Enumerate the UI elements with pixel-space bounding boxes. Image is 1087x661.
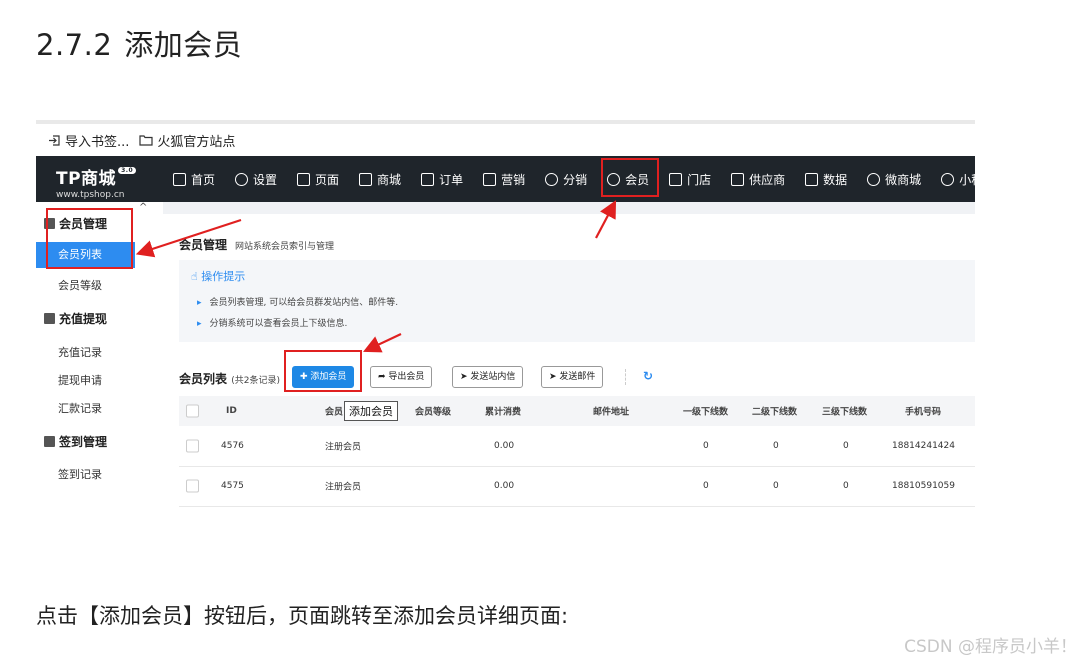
screenshot: 导入书签... 火狐官方站点 TP商城 3.0 www.tpshop.cn 首页 … (36, 120, 975, 583)
arrow-to-add-member (363, 333, 402, 353)
arrow-to-members-nav (595, 200, 617, 239)
arrow-to-member-list (135, 218, 242, 258)
doc-caption: 点击【添加会员】按钮后，页面跳转至添加会员详细页面: (36, 604, 569, 628)
section-title: 添加会员 (124, 28, 243, 62)
section-heading: 2.7.2 添加会员 (36, 22, 242, 64)
watermark: CSDN @程序员小羊！ (904, 637, 1077, 657)
annotation-arrows (135, 200, 617, 353)
section-number: 2.7.2 (36, 28, 113, 62)
